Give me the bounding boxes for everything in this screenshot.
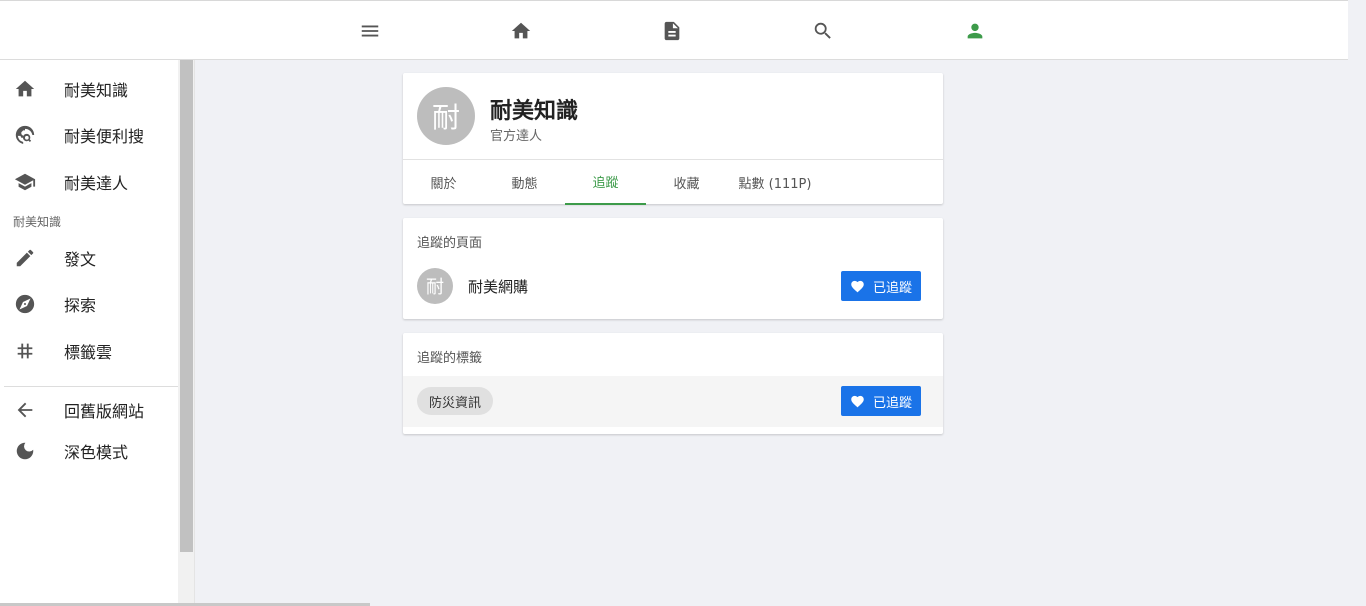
following-button-label: 已追蹤 <box>872 280 912 296</box>
followed-pages-title: 追蹤的頁面 <box>417 236 483 251</box>
sidebar-item-tag-cloud[interactable]: 標籤雲 <box>0 331 178 371</box>
page-name-link[interactable]: 耐美網購 <box>468 276 528 297</box>
sidebar-divider <box>4 386 178 387</box>
followed-tags-card: 追蹤的標籤 防災資訊 已追蹤 <box>403 333 943 434</box>
home-icon <box>511 22 531 39</box>
profile-role: 官方達人 <box>490 129 543 144</box>
page-avatar[interactable]: 耐 <box>417 268 453 304</box>
tag-row: 防災資訊 已追蹤 <box>403 376 943 427</box>
search-icon <box>814 22 831 39</box>
moon-icon <box>13 439 37 463</box>
school-icon <box>13 170 37 194</box>
sidebar-nav: 耐美知識 耐美便利搜 耐美達人 耐美知識 發文 探索 標籤雲 回舊版網站 深色模… <box>0 60 178 606</box>
tab-following[interactable]: 追蹤 <box>565 160 646 205</box>
profile-avatar: 耐 <box>417 87 475 145</box>
travel-explore-icon <box>13 123 37 147</box>
sidebar-item-label: 標籤雲 <box>64 343 113 362</box>
sidebar-item-home[interactable]: 耐美知識 <box>0 69 178 109</box>
sidebar-item-label: 耐美便利搜 <box>64 127 145 146</box>
profile-tabs: 關於 動態 追蹤 收藏 點數 (111P) <box>403 159 943 205</box>
sidebar-item-search[interactable]: 耐美便利搜 <box>0 115 178 155</box>
article-icon <box>664 21 680 41</box>
menu-icon <box>361 25 379 37</box>
heart-icon <box>851 280 864 292</box>
tab-activity[interactable]: 動態 <box>484 160 565 205</box>
tab-points[interactable]: 點數 (111P) <box>727 160 823 205</box>
followed-tags-title: 追蹤的標籤 <box>417 351 483 366</box>
search-button[interactable] <box>807 15 839 47</box>
profile-card: 耐 耐美知識 官方達人 關於 動態 追蹤 收藏 點數 (111P) <box>403 73 943 205</box>
heart-icon <box>851 395 864 407</box>
person-icon <box>967 23 983 39</box>
sidebar-item-label: 耐美達人 <box>64 174 129 193</box>
sidebar-item-post[interactable]: 發文 <box>0 238 178 278</box>
home-icon <box>13 77 37 101</box>
sidebar-item-dark-mode[interactable]: 深色模式 <box>0 431 178 471</box>
pencil-icon <box>13 246 37 270</box>
home-button[interactable] <box>505 15 537 47</box>
sidebar-item-explore[interactable]: 探索 <box>0 284 178 324</box>
posts-button[interactable] <box>656 15 688 47</box>
sidebar-scrollbar-thumb[interactable] <box>180 60 193 552</box>
sidebar-item-old-site[interactable]: 回舊版網站 <box>0 390 178 430</box>
menu-button[interactable] <box>354 15 386 47</box>
sidebar-item-label: 探索 <box>64 296 97 315</box>
following-button[interactable]: 已追蹤 <box>841 271 921 301</box>
sidebar-item-label: 深色模式 <box>64 443 129 462</box>
hashtag-icon <box>13 339 37 363</box>
sidebar-item-label: 耐美知識 <box>64 81 129 100</box>
sidebar-item-label: 回舊版網站 <box>64 402 145 421</box>
sidebar-item-label: 發文 <box>64 250 97 269</box>
tag-chip[interactable]: 防災資訊 <box>417 387 494 415</box>
arrow-left-icon <box>13 398 37 422</box>
tag-following-button-label: 已追蹤 <box>872 395 912 411</box>
sidebar-section-title: 耐美知識 <box>13 215 62 229</box>
tab-favorites[interactable]: 收藏 <box>646 160 727 205</box>
tag-following-button[interactable]: 已追蹤 <box>841 386 921 416</box>
top-app-bar <box>0 0 1348 60</box>
sidebar-item-experts[interactable]: 耐美達人 <box>0 162 178 202</box>
followed-pages-card: 追蹤的頁面 耐 耐美網購 已追蹤 <box>403 218 943 319</box>
profile-button[interactable] <box>959 15 991 47</box>
tab-about[interactable]: 關於 <box>403 160 484 205</box>
compass-icon <box>13 292 37 316</box>
profile-name: 耐美知識 <box>490 99 579 124</box>
